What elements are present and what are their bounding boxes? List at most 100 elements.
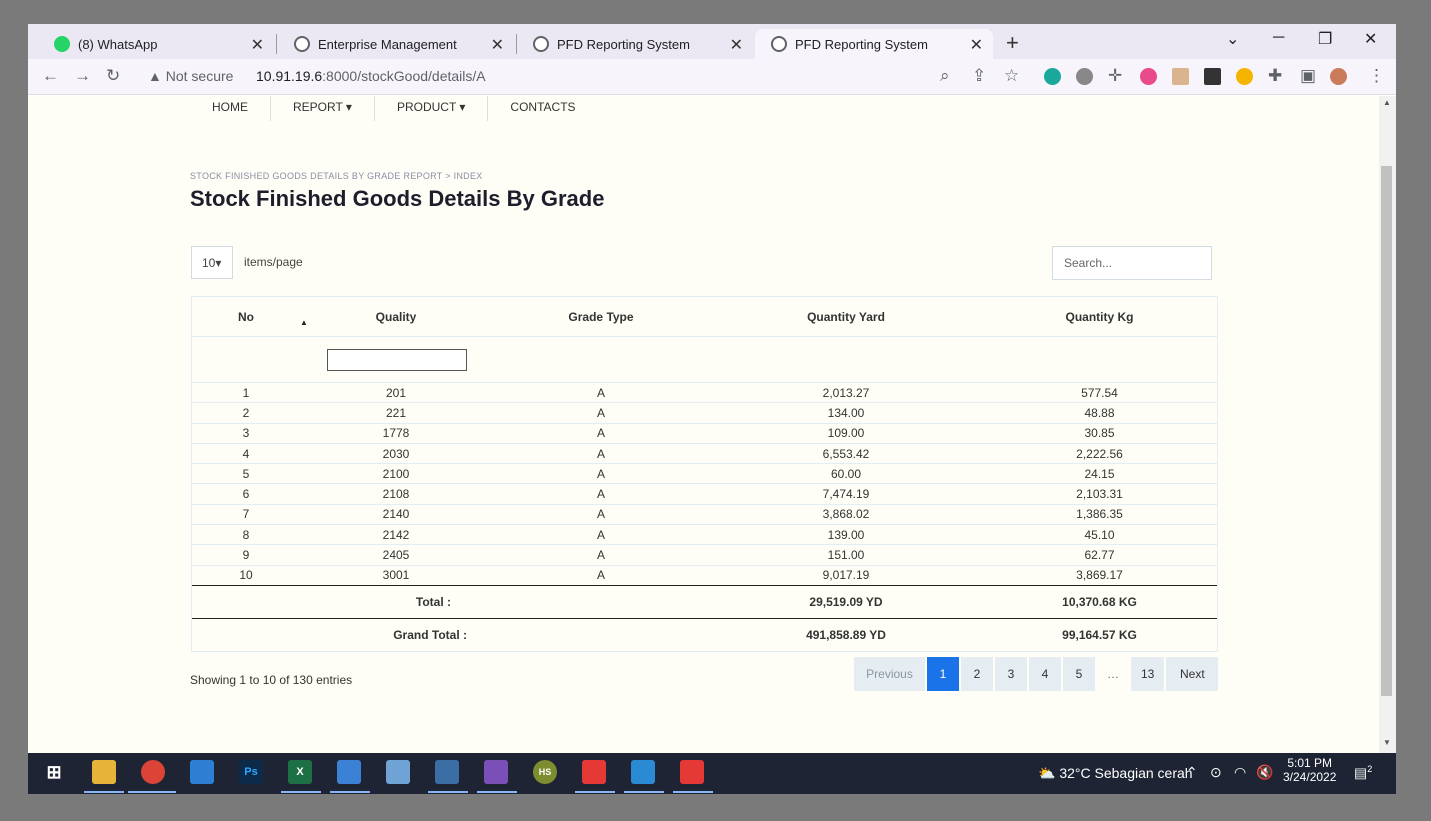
security-label: Not secure: [165, 68, 234, 84]
notepad-icon[interactable]: [386, 760, 410, 784]
new-tab-button[interactable]: +: [1006, 30, 1019, 56]
tools-icon[interactable]: [631, 760, 655, 784]
restore-button[interactable]: ❐: [1318, 29, 1332, 49]
chrome-icon[interactable]: [141, 760, 165, 784]
extension-new-icon[interactable]: [1204, 68, 1221, 85]
nav-product[interactable]: PRODUCT ▾: [375, 96, 489, 121]
browser-toolbar: ← → ↻ ▲ Not secure 10.91.19.6:8000/stock…: [28, 59, 1396, 95]
tab-whatsapp[interactable]: (8) WhatsApp ✕: [38, 29, 274, 59]
quality-filter-input[interactable]: [327, 348, 467, 371]
cell-no: 1: [191, 381, 301, 403]
extension-move-icon[interactable]: ✛: [1108, 66, 1122, 86]
nav-home[interactable]: HOME: [190, 96, 271, 121]
tab-search-icon[interactable]: ⌄: [1226, 29, 1239, 49]
cell-qty-kg: 2,222.56: [981, 442, 1218, 464]
extension-color-icon[interactable]: [1140, 68, 1157, 85]
table-info: Showing 1 to 10 of 130 entries: [190, 673, 353, 687]
scroll-down-icon[interactable]: ▼: [1383, 738, 1391, 747]
reload-icon[interactable]: ↻: [106, 66, 120, 86]
page-button-4[interactable]: 4: [1029, 657, 1061, 691]
hs-app-icon[interactable]: HS: [533, 760, 557, 784]
taskbar: ⊞ Ps X HS ⛅ 32°C Sebagian cerah ⌃ ⊙ ◠ 🔇 …: [28, 753, 1396, 794]
page-button-2[interactable]: 2: [961, 657, 993, 691]
cell-qty-kg: 2,103.31: [981, 483, 1218, 505]
page-button-last[interactable]: 13: [1131, 657, 1165, 691]
warning-icon: ▲: [148, 68, 162, 84]
excel-icon[interactable]: X: [288, 760, 312, 784]
anydesk-icon[interactable]: [582, 760, 606, 784]
cell-quality: 2108: [301, 483, 491, 505]
col-header-grade-type[interactable]: Grade Type: [491, 296, 711, 337]
close-icon[interactable]: ✕: [730, 35, 743, 55]
extension-gear-icon[interactable]: [1076, 68, 1093, 85]
menu-icon[interactable]: ⋮: [1368, 66, 1385, 86]
cell-qty-yard: 2,013.27: [711, 381, 981, 403]
bookmark-star-icon[interactable]: ☆: [1004, 66, 1019, 86]
extension-m-icon[interactable]: [1044, 68, 1061, 85]
weather-widget[interactable]: ⛅ 32°C Sebagian cerah: [1038, 765, 1193, 782]
extension-ring-icon[interactable]: [1236, 68, 1253, 85]
nav-report[interactable]: REPORT ▾: [271, 96, 375, 121]
col-header-quality[interactable]: Quality: [301, 296, 491, 337]
notification-count: 2: [1367, 764, 1373, 774]
cell-qty-yard: 7,474.19: [711, 483, 981, 505]
cell-qty-kg: 45.10: [981, 524, 1218, 545]
windows-start-icon[interactable]: ⊞: [42, 760, 66, 784]
close-icon[interactable]: ✕: [970, 35, 983, 55]
next-button[interactable]: Next: [1166, 657, 1219, 691]
security-indicator[interactable]: ▲ Not secure: [148, 68, 233, 84]
tray-overflow-icon[interactable]: ⌃: [1186, 764, 1198, 781]
extension-notes-icon[interactable]: [1172, 68, 1189, 85]
back-icon[interactable]: ←: [42, 66, 59, 86]
page-scrollbar[interactable]: ▲ ▼: [1379, 96, 1396, 753]
col-header-quantity-kg[interactable]: Quantity Kg: [981, 296, 1218, 337]
network-icon[interactable]: ◠: [1234, 764, 1246, 781]
tab-pfd-1[interactable]: PFD Reporting System ✕: [517, 29, 753, 59]
tab-enterprise[interactable]: Enterprise Management ✕: [278, 29, 514, 59]
page-button-5[interactable]: 5: [1063, 657, 1095, 691]
zoom-icon[interactable]: ⌕: [940, 66, 950, 86]
cell-grade: A: [491, 564, 711, 586]
close-icon[interactable]: ✕: [251, 35, 264, 55]
volume-muted-icon[interactable]: 🔇: [1256, 764, 1273, 781]
page-button-1[interactable]: 1: [927, 657, 959, 691]
notifications-icon[interactable]: ▤2: [1354, 764, 1372, 782]
previous-button[interactable]: Previous: [854, 657, 925, 691]
page-button-3[interactable]: 3: [995, 657, 1027, 691]
url-host: 10.91.19.6: [256, 68, 323, 84]
tab-pfd-active[interactable]: PFD Reporting System ✕: [755, 29, 993, 59]
side-panel-icon[interactable]: ▣: [1300, 66, 1316, 86]
close-window-button[interactable]: ✕: [1364, 29, 1377, 49]
photos-icon[interactable]: [337, 760, 361, 784]
outlook-icon[interactable]: [190, 760, 214, 784]
scrollbar-thumb[interactable]: [1381, 166, 1392, 696]
col-header-no[interactable]: No: [191, 296, 301, 337]
nav-contacts[interactable]: CONTACTS: [488, 96, 597, 121]
clock-date: 3/24/2022: [1283, 770, 1337, 784]
cell-qty-kg: 48.88: [981, 402, 1218, 424]
page-length-select[interactable]: 10▾: [191, 246, 233, 279]
profile-avatar[interactable]: [1330, 68, 1347, 85]
anydesk-icon-2[interactable]: [680, 760, 704, 784]
file-explorer-icon[interactable]: [92, 760, 116, 784]
address-bar[interactable]: 10.91.19.6:8000/stockGood/details/A: [256, 68, 486, 84]
photoshop-icon[interactable]: Ps: [239, 760, 263, 784]
grand-total-yard: 491,858.89 YD: [711, 617, 981, 652]
cell-qty-yard: 151.00: [711, 544, 981, 566]
scroll-up-icon[interactable]: ▲: [1383, 98, 1391, 107]
search-input[interactable]: [1052, 246, 1212, 280]
close-icon[interactable]: ✕: [491, 35, 504, 55]
minimize-button[interactable]: ─: [1273, 29, 1284, 47]
main-nav: HOME REPORT ▾ PRODUCT ▾ CONTACTS: [190, 96, 598, 121]
forward-icon[interactable]: →: [74, 66, 91, 86]
tab-separator: [276, 34, 277, 54]
visual-studio-icon[interactable]: [484, 760, 508, 784]
share-icon[interactable]: ⇪: [972, 66, 986, 86]
sort-asc-icon[interactable]: ▲: [300, 318, 308, 327]
cell-grade: A: [491, 422, 711, 444]
extensions-puzzle-icon[interactable]: ✚: [1268, 66, 1282, 86]
col-header-quantity-yard[interactable]: Quantity Yard: [711, 296, 981, 337]
tray-app-icon[interactable]: ⊙: [1210, 764, 1222, 781]
clock[interactable]: 5:01 PM 3/24/2022: [1283, 756, 1336, 784]
remote-desktop-icon[interactable]: [435, 760, 459, 784]
